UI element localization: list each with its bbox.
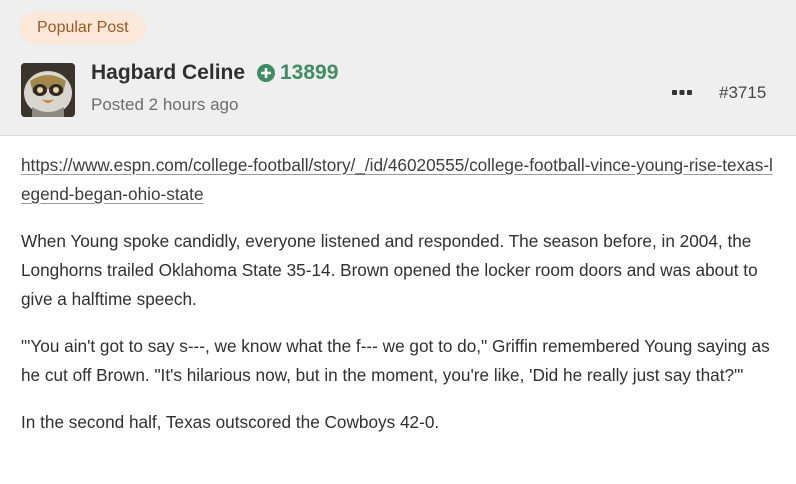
post-header: Popular Post Hagbard Celine 13899 Posted… [0, 0, 796, 136]
more-options-button[interactable] [668, 80, 696, 104]
reputation-score: 13899 [257, 60, 338, 86]
link-paragraph: https://www.espn.com/college-football/st… [21, 151, 781, 209]
post-paragraph: When Young spoke candidly, everyone list… [21, 231, 758, 309]
author-avatar[interactable] [21, 63, 75, 117]
post-paragraph: "'You ain't got to say s---, we know wha… [21, 336, 770, 385]
avatar-image [21, 63, 75, 117]
popular-post-badge: Popular Post [20, 12, 146, 44]
post-paragraph: In the second half, Texas outscored the … [21, 412, 440, 432]
article-link[interactable]: https://www.espn.com/college-football/st… [21, 155, 773, 204]
post-number-link[interactable]: #3715 [719, 83, 766, 103]
author-name[interactable]: Hagbard Celine [91, 60, 245, 86]
post-content: https://www.espn.com/college-football/st… [21, 151, 781, 455]
ellipsis-icon [672, 90, 692, 95]
reputation-value: 13899 [280, 61, 339, 84]
plus-circle-icon [257, 64, 275, 82]
forum-post: Popular Post Hagbard Celine 13899 Posted… [0, 0, 796, 484]
posted-time: Posted 2 hours ago [91, 95, 239, 114]
